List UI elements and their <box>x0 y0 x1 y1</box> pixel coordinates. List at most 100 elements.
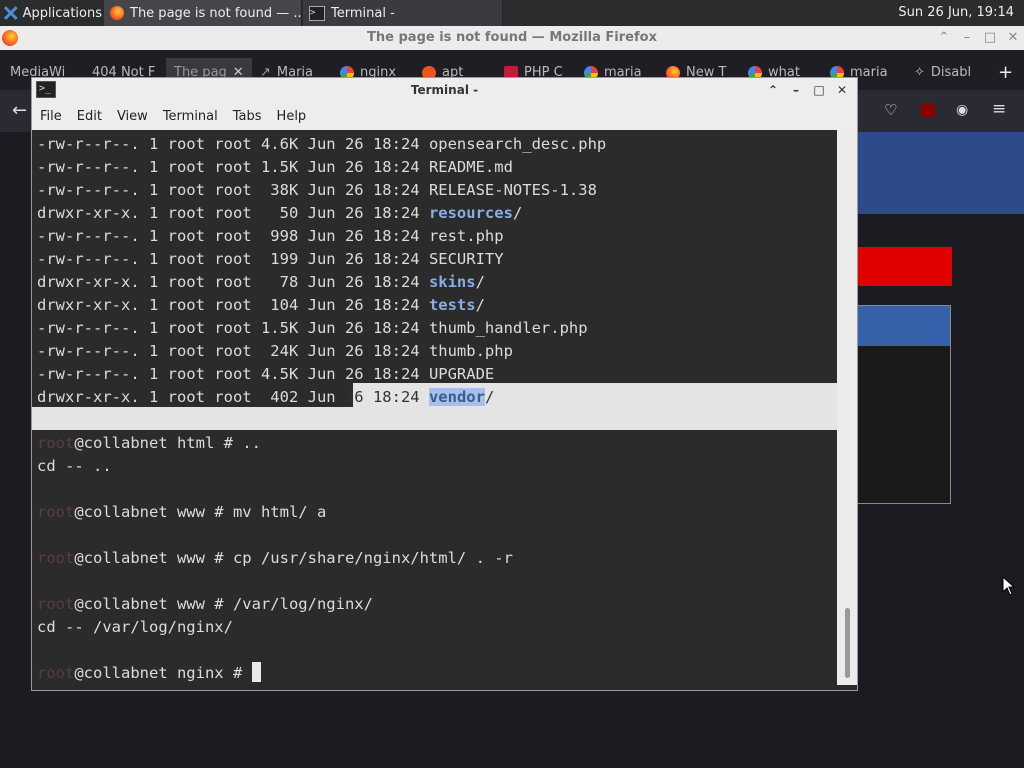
listing-row-meta: -rw-r--r--. 1 root root 4.5K Jun 26 18:2… <box>37 365 429 383</box>
back-icon[interactable]: ← <box>12 100 27 121</box>
listing-row: -rw-r--r--. 1 root root 24K Jun 26 18:24… <box>37 340 513 363</box>
listing-row: -rw-r--r--. 1 root root 1.5K Jun 26 18:2… <box>37 156 513 179</box>
listing-row-meta: -rw-r--r--. 1 root root 4.6K Jun 26 18:2… <box>37 135 429 153</box>
directory-name: skins <box>428 273 476 291</box>
listing-row-meta: drwxr-xr-x. 1 root root 50 Jun 26 18:24 <box>37 204 429 222</box>
xfce-logo-icon <box>3 6 18 20</box>
firefox-titlebar: The page is not found — Mozilla Firefox … <box>0 26 1024 50</box>
taskbar-terminal[interactable]: > Terminal - <box>303 0 503 26</box>
firefox-logo-icon <box>2 30 18 46</box>
text-cursor <box>251 662 261 682</box>
menu-help[interactable]: Help <box>269 109 314 124</box>
taskbar-firefox[interactable]: The page is not found — ... <box>104 0 302 26</box>
listing-row-meta: drwxr-xr-x. 1 root root 104 Jun 26 18:24 <box>37 296 429 314</box>
file-name: README.md <box>428 158 513 176</box>
terminal-icon: >_ <box>36 81 56 98</box>
directory-name: resources <box>428 204 513 222</box>
listing-row-meta: drwxr-xr-x. 1 root root 78 Jun 26 18:24 <box>37 273 429 291</box>
terminal-icon: > <box>309 5 325 21</box>
listing-row-meta: -rw-r--r--. 1 root root 199 Jun 26 18:24 <box>37 250 429 268</box>
taskbar-firefox-label: The page is not found — ... <box>130 5 302 21</box>
menu-view[interactable]: View <box>109 109 155 124</box>
extension-icon[interactable]: ◉ <box>956 102 968 118</box>
firefox-tab[interactable]: ✧ Disabl <box>906 58 990 88</box>
firefox-minimize-icon[interactable]: – <box>958 26 976 50</box>
firefox-window-title: The page is not found — Mozilla Firefox <box>367 30 657 45</box>
listing-row: drwxr-xr-x. 1 root root 78 Jun 26 18:24 … <box>37 271 485 294</box>
listing-row: -rw-r--r--. 1 root root 4.5K Jun 26 18:2… <box>37 363 494 386</box>
new-tab-button[interactable]: + <box>990 58 1024 88</box>
vendor-dir-slash: / <box>484 388 495 406</box>
page-header-banner <box>857 132 1024 214</box>
listing-row-meta: -rw-r--r--. 1 root root 1.5K Jun 26 18:2… <box>37 319 429 337</box>
firefox-restore-icon[interactable]: □ <box>981 26 999 50</box>
prompt-user: root <box>37 434 75 452</box>
menu-file[interactable]: File <box>32 109 69 124</box>
directory-slash: / <box>475 296 485 314</box>
firefox-maximize-icon[interactable]: ⌃ <box>935 26 953 50</box>
pocket-icon[interactable]: ♡ <box>884 101 897 119</box>
listing-row-meta: -rw-r--r--. 1 root root 998 Jun 26 18:24 <box>37 227 429 245</box>
listing-row-meta: -rw-r--r--. 1 root root 1.5K Jun 26 18:2… <box>37 158 429 176</box>
output-line: cd -- .. <box>37 457 112 475</box>
file-name: UPGRADE <box>428 365 495 383</box>
prompt-host: @collabnet www # <box>74 549 233 567</box>
terminal-close-icon[interactable]: ✕ <box>833 78 851 103</box>
listing-row-meta: -rw-r--r--. 1 root root 24K Jun 26 18:24 <box>37 342 429 360</box>
listing-row: -rw-r--r--. 1 root root 998 Jun 26 18:24… <box>37 225 504 248</box>
taskbar-terminal-label: Terminal - <box>331 5 395 21</box>
prompt-host: @collabnet nginx # <box>74 664 252 682</box>
vendor-row-date: 26 18:24 <box>335 388 429 406</box>
prompt-host: @collabnet www # <box>74 503 233 521</box>
command-text: /var/log/nginx/ <box>232 595 373 613</box>
prompt-user: root <box>37 664 75 682</box>
command-text: cp /usr/share/nginx/html/ . -r <box>232 549 513 567</box>
prompt-line: root@collabnet html # .. <box>37 432 261 455</box>
terminal-title: Terminal - <box>410 83 479 97</box>
vendor-dir-name: vendor <box>428 388 485 406</box>
output-line: cd -- /var/log/nginx/ <box>37 618 233 636</box>
prompt-host: @collabnet www # <box>74 595 233 613</box>
directory-slash: / <box>512 204 523 222</box>
top-panel: Applications The page is not found — ...… <box>0 0 1024 26</box>
firefox-close-icon[interactable]: ✕ <box>1004 26 1022 50</box>
scrollbar-thumb[interactable] <box>845 608 850 678</box>
prompt-line: root@collabnet www # mv html/ a <box>37 501 326 524</box>
listing-row: drwxr-xr-x. 1 root root 50 Jun 26 18:24 … <box>37 202 522 225</box>
clock[interactable]: Sun 26 Jun, 19:14 <box>898 0 1014 26</box>
applications-menu[interactable]: Applications <box>0 0 102 26</box>
firefox-icon <box>110 6 124 20</box>
page-error-box <box>857 247 952 286</box>
directory-slash: / <box>475 273 485 291</box>
menu-terminal[interactable]: Terminal <box>155 109 225 124</box>
mouse-pointer-icon <box>1002 576 1016 596</box>
file-name: opensearch_desc.php <box>428 135 607 153</box>
listing-row: -rw-r--r--. 1 root root 199 Jun 26 18:24… <box>37 248 504 271</box>
prompt-line: root@collabnet www # cp /usr/share/nginx… <box>37 547 513 570</box>
listing-row: -rw-r--r--. 1 root root 1.5K Jun 26 18:2… <box>37 317 588 340</box>
terminal-minimize-icon[interactable]: – <box>787 78 805 103</box>
terminal-titlebar[interactable]: >_ Terminal - ⌃ – □ ✕ <box>32 78 857 103</box>
ublock-icon[interactable] <box>921 103 935 117</box>
vendor-row-left: drwxr-xr-x. 1 root root 402 Jun <box>37 388 336 406</box>
terminal-scrollbar[interactable] <box>837 130 857 685</box>
prompt-user: root <box>37 549 75 567</box>
file-name: RELEASE-NOTES-1.38 <box>428 181 597 199</box>
command-text: .. <box>242 434 261 452</box>
command-text: mv html/ a <box>232 503 327 521</box>
bug-icon: ✧ <box>914 65 925 80</box>
listing-row-meta: -rw-r--r--. 1 root root 38K Jun 26 18:24 <box>37 181 429 199</box>
hamburger-menu-icon[interactable]: ≡ <box>992 99 1006 119</box>
menu-tabs[interactable]: Tabs <box>225 109 269 124</box>
directory-name: tests <box>428 296 476 314</box>
menu-edit[interactable]: Edit <box>69 109 109 124</box>
terminal-restore-icon[interactable]: □ <box>810 78 828 103</box>
terminal-menubar: File Edit View Terminal Tabs Help <box>32 103 857 130</box>
terminal-output[interactable]: -rw-r--r--. 1 root root 4.6K Jun 26 18:2… <box>32 130 837 685</box>
file-name: rest.php <box>428 227 504 245</box>
listing-row: -rw-r--r--. 1 root root 4.6K Jun 26 18:2… <box>37 133 606 156</box>
file-name: SECURITY <box>428 250 504 268</box>
prompt-user: root <box>37 595 75 613</box>
page-panel-header <box>857 306 950 346</box>
terminal-maximize-icon[interactable]: ⌃ <box>764 78 782 103</box>
